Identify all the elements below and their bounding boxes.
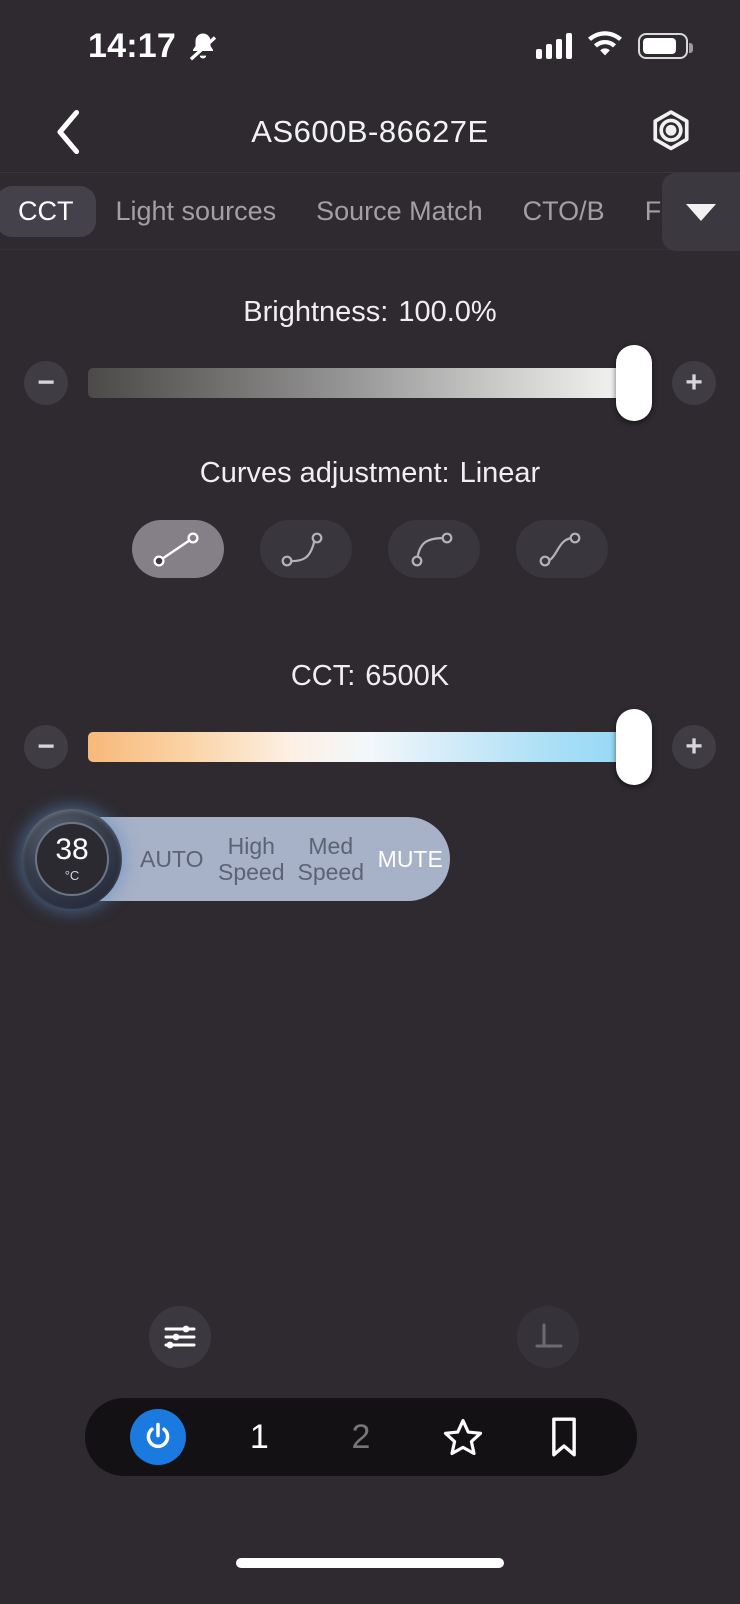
power-button[interactable]	[128, 1407, 188, 1467]
power-icon	[146, 1422, 170, 1449]
temperature-value: 38	[55, 833, 89, 866]
cellular-signal-icon	[536, 33, 572, 59]
brightness-label: Brightness:	[243, 296, 389, 328]
preset-1-button[interactable]: 1	[229, 1407, 289, 1467]
fan-option-high-speed-line2: Speed	[217, 859, 285, 885]
status-bar-clock: 14:17	[88, 26, 176, 65]
fan-option-mute[interactable]: MUTE	[371, 846, 451, 872]
cct-label: CCT:	[290, 660, 356, 692]
cct-increase-button[interactable]: +	[672, 725, 716, 769]
curve-option-ease-out[interactable]	[388, 520, 480, 578]
brightness-label-row: Brightness: 100.0%	[0, 296, 740, 329]
brightness-slider-row: − +	[0, 345, 740, 421]
tool-button-row	[0, 1306, 740, 1368]
curve-option-linear[interactable]	[132, 520, 224, 578]
tab-bar: CCT Light sources Source Match CTO/B FX	[0, 172, 740, 251]
curves-value: Linear	[459, 457, 541, 489]
brightness-track	[88, 368, 652, 398]
curve-option-ease-in-out[interactable]	[516, 520, 608, 578]
tab-light-sources[interactable]: Light sources	[96, 186, 297, 237]
tab-cto-b[interactable]: CTO/B	[503, 186, 625, 237]
hexagon-settings-icon	[653, 110, 689, 151]
tab-source-match[interactable]: Source Match	[296, 186, 503, 237]
sliders-icon	[164, 1325, 196, 1349]
curves-label-row: Curves adjustment: Linear	[0, 457, 740, 490]
preset-2-label: 2	[351, 1417, 371, 1456]
bookmark-icon	[552, 1417, 577, 1457]
status-bar: 14:17	[0, 0, 740, 92]
brightness-value: 100.0%	[398, 296, 497, 328]
home-indicator	[236, 1558, 504, 1568]
brightness-slider[interactable]	[88, 345, 652, 421]
curves-options	[0, 520, 740, 578]
curve-ease-out-icon	[411, 532, 453, 567]
bookmark-button[interactable]	[534, 1407, 594, 1467]
status-bar-left: 14:17	[88, 27, 218, 66]
curve-linear-icon	[153, 532, 199, 567]
page-title: AS600B-86627E	[251, 114, 489, 149]
bottom-nav: 1 2	[85, 1398, 637, 1476]
cct-slider[interactable]	[88, 709, 652, 785]
temperature-dial[interactable]: 38 °C	[22, 809, 122, 909]
cct-label-row: CCT: 6500K	[0, 660, 740, 693]
perpendicular-button[interactable]	[517, 1306, 579, 1368]
chevron-down-icon	[686, 203, 716, 221]
curve-option-ease-in[interactable]	[260, 520, 352, 578]
star-icon	[443, 1418, 482, 1456]
tab-overflow-button[interactable]	[662, 173, 740, 251]
cct-slider-row: − +	[0, 709, 740, 785]
battery-icon	[638, 33, 693, 59]
curve-ease-in-out-icon	[539, 532, 581, 567]
temperature-unit: °C	[64, 868, 80, 883]
settings-button[interactable]	[642, 103, 700, 161]
chevron-left-icon	[57, 109, 80, 155]
brightness-decrease-button[interactable]: −	[24, 361, 68, 405]
cct-knob[interactable]	[616, 709, 652, 785]
fan-option-auto[interactable]: AUTO	[132, 846, 212, 872]
cct-track	[88, 732, 652, 762]
brightness-increase-button[interactable]: +	[672, 361, 716, 405]
fan-option-high-speed-line1: High	[227, 832, 275, 859]
tab-cct[interactable]: CCT	[0, 185, 96, 237]
cct-decrease-button[interactable]: −	[24, 725, 68, 769]
curves-label: Curves adjustment:	[199, 457, 450, 489]
fan-option-med-speed[interactable]: Med Speed	[291, 833, 371, 886]
app-screen: 14:17 AS600B-86627E CCT Light sources So…	[0, 0, 740, 1604]
status-bar-right	[536, 30, 693, 62]
fan-option-high-speed[interactable]: High Speed	[212, 833, 292, 886]
fan-control: AUTO High Speed Med Speed MUTE 38 °C	[0, 809, 740, 909]
adjustments-button[interactable]	[149, 1306, 211, 1368]
temperature-dial-inner: 38 °C	[35, 822, 109, 896]
brightness-knob[interactable]	[616, 345, 652, 421]
fan-option-med-speed-line2: Speed	[297, 859, 364, 885]
app-header: AS600B-86627E	[0, 92, 740, 172]
wifi-icon	[588, 30, 622, 62]
power-button-circle	[129, 1409, 186, 1465]
cct-value: 6500K	[365, 660, 450, 692]
back-button[interactable]	[40, 103, 98, 161]
perpendicular-icon	[535, 1323, 563, 1348]
bell-slash-icon	[188, 30, 218, 62]
preset-2-button[interactable]: 2	[331, 1407, 391, 1467]
fan-option-med-speed-line1: Med	[308, 832, 354, 859]
favorite-button[interactable]	[433, 1407, 493, 1467]
curve-ease-in-icon	[281, 532, 323, 567]
preset-1-label: 1	[249, 1417, 269, 1456]
